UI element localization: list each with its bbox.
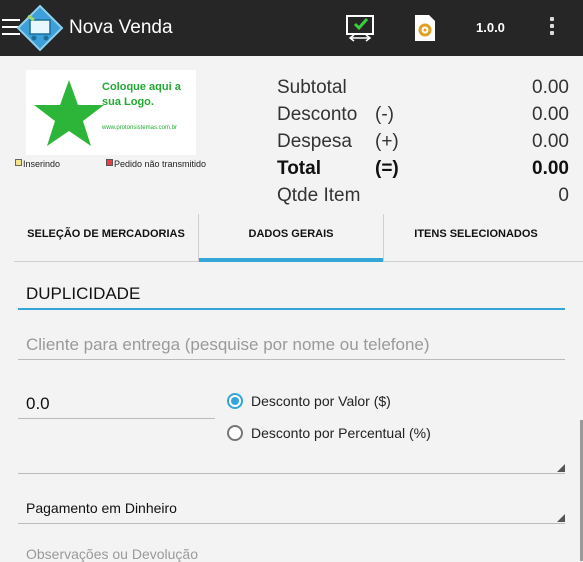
totals-panel: Subtotal 0.00 Desconto (-) 0.00 Despesa …	[277, 74, 569, 209]
radio-unselected-icon	[227, 425, 243, 441]
total-row: Total (=) 0.00	[277, 155, 569, 182]
status-not-transmitted: Pedido não transmitido	[106, 159, 206, 169]
expense-row: Despesa (+) 0.00	[277, 128, 569, 155]
dropdown-arrow-icon	[557, 514, 565, 522]
edit-status-icon	[15, 159, 22, 166]
item-count-value: 0	[558, 185, 569, 206]
observations-input[interactable]: Observações ou Devolução	[26, 546, 198, 562]
app-logo-icon	[16, 4, 64, 52]
item-count-row: Qtde Item 0	[277, 182, 569, 209]
tab-dados-gerais[interactable]: DADOS GERAIS	[199, 214, 383, 262]
star-icon	[34, 80, 104, 146]
expense-value: 0.00	[532, 131, 569, 152]
subtotal-row: Subtotal 0.00	[277, 74, 569, 101]
status-inserting: Inserindo	[15, 159, 60, 169]
tab-bar: SELEÇÃO DE MERCADORIAS DADOS GERAIS ITEN…	[14, 214, 583, 262]
tab-selecao-mercadorias[interactable]: SELEÇÃO DE MERCADORIAS	[14, 214, 198, 258]
duplicidade-field[interactable]: DUPLICIDADE	[18, 282, 565, 310]
settings-icon[interactable]	[414, 14, 436, 42]
pending-status-icon	[106, 159, 113, 166]
radio-selected-icon	[227, 393, 243, 409]
empty-dropdown[interactable]	[18, 447, 565, 474]
company-logo: Coloque aqui a sua Logo. www.protonsiste…	[26, 70, 196, 155]
discount-row: Desconto (-) 0.00	[277, 101, 569, 128]
app-title: Nova Venda	[69, 17, 173, 38]
logo-placeholder-text: Coloque aqui a sua Logo.	[102, 81, 181, 108]
client-search-input[interactable]: Cliente para entrega (pesquise por nome …	[18, 333, 565, 360]
app-bar: Nova Venda 1.0.0	[0, 0, 583, 56]
discount-input[interactable]: 0.0	[18, 392, 215, 419]
tab-itens-selecionados[interactable]: ITENS SELECIONADOS	[384, 214, 568, 258]
dropdown-arrow-icon	[557, 464, 565, 472]
version-label: 1.0.0	[476, 20, 505, 35]
discount-value: 0.00	[532, 104, 569, 125]
payment-dropdown[interactable]: Pagamento em Dinheiro	[18, 497, 565, 524]
subtotal-value: 0.00	[532, 77, 569, 98]
overflow-menu-icon[interactable]	[549, 17, 555, 39]
logo-url: www.protonsistemas.com.br	[102, 125, 178, 131]
total-value: 0.00	[532, 158, 569, 179]
sync-icon[interactable]	[346, 14, 376, 42]
